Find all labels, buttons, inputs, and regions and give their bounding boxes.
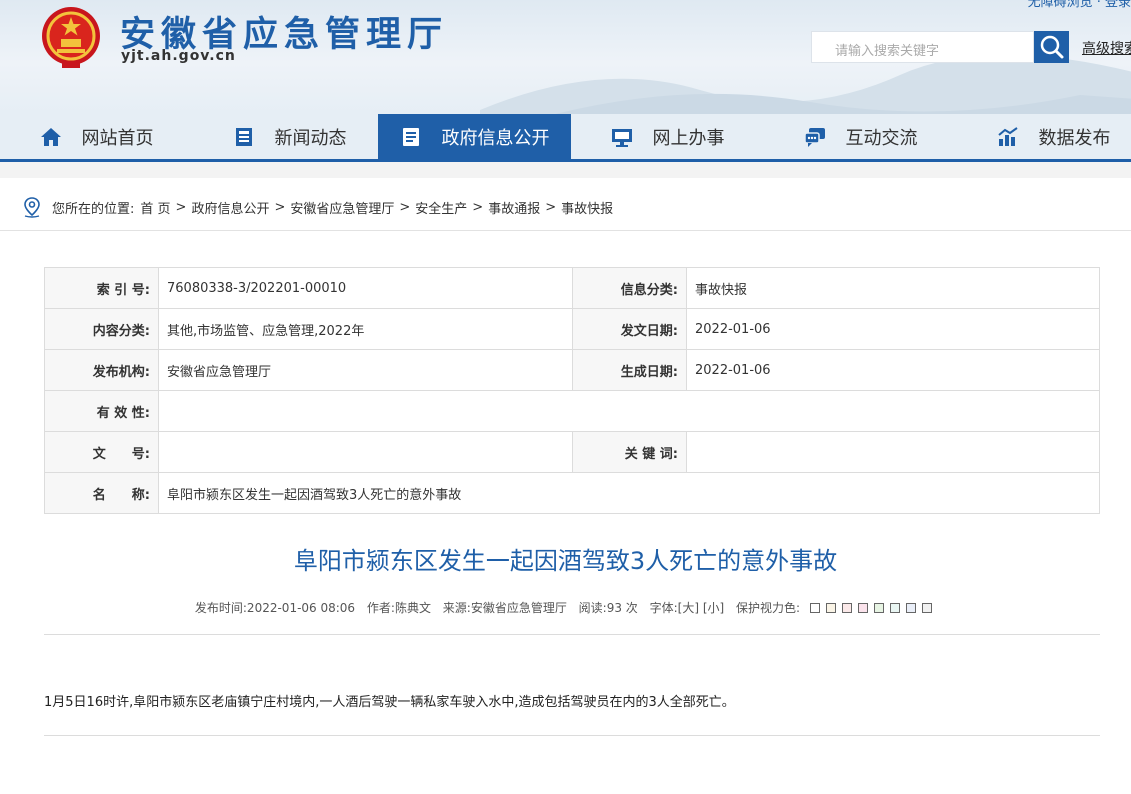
eye-care-swatch[interactable] [906, 603, 917, 613]
table-row: 文 号: 关 键 词: [44, 431, 1100, 473]
breadcrumb-separator: > [274, 199, 286, 215]
breadcrumb-department[interactable]: 安徽省应急管理厅 [290, 198, 394, 217]
nav-label: 互动交流 [845, 127, 918, 149]
monitor-icon [611, 128, 632, 147]
publisher-label: 发布机构: [44, 349, 159, 391]
table-row: 有 效 性: [44, 390, 1100, 432]
chat-icon [803, 127, 825, 147]
keywords-label: 关 键 词: [572, 431, 687, 473]
nav-online-service[interactable]: 网上办事 [571, 114, 764, 159]
article-title: 阜阳市颍东区发生一起因酒驾致3人死亡的意外事故 [293, 547, 838, 575]
doc-no-label: 文 号: [44, 431, 159, 473]
nav-news[interactable]: 新闻动态 [193, 114, 386, 159]
breadcrumb-separator: > [545, 199, 557, 215]
divider [44, 735, 1100, 736]
search-icon [1040, 35, 1064, 59]
category-value: 事故快报 [686, 267, 1100, 309]
nav-data-release[interactable]: 数据发布 [957, 114, 1131, 159]
name-value: 阜阳市颍东区发生一起因酒驾致3人死亡的意外事故 [158, 472, 1100, 514]
issue-date-label: 发文日期: [572, 308, 687, 350]
table-row: 内容分类: 其他,市场监管、应急管理,2022年 发文日期: 2022-01-0… [44, 308, 1100, 350]
breadcrumb-accident-report[interactable]: 事故通报 [488, 198, 540, 217]
index-label: 索 引 号: [44, 267, 159, 309]
font-size-control[interactable]: 字体:[大] [小] [650, 601, 725, 615]
issue-date-value: 2022-01-06 [686, 308, 1100, 350]
read-count: 阅读:93 次 [578, 601, 638, 615]
nav-label: 网站首页 [81, 127, 154, 149]
eye-care-label: 保护视力色: [736, 601, 801, 615]
home-icon [40, 127, 61, 146]
validity-label: 有 效 性: [44, 390, 159, 432]
name-label: 名 称: [44, 472, 159, 514]
validity-value [158, 390, 1100, 432]
eye-care-swatch[interactable] [922, 603, 933, 613]
category-label: 信息分类: [572, 267, 687, 309]
eye-care-swatch[interactable] [890, 603, 901, 613]
publisher-value: 安徽省应急管理厅 [158, 349, 573, 391]
source: 来源:安徽省应急管理厅 [442, 601, 567, 615]
author: 作者:陈典文 [366, 601, 431, 615]
breadcrumb-accident-brief[interactable]: 事故快报 [561, 198, 613, 217]
breadcrumb-safety[interactable]: 安全生产 [415, 198, 467, 217]
breadcrumb-separator: > [472, 199, 484, 215]
search-button[interactable] [1034, 31, 1069, 63]
document-icon [402, 127, 419, 146]
breadcrumb-gov-info[interactable]: 政府信息公开 [191, 198, 269, 217]
table-row: 发布机构: 安徽省应急管理厅 生成日期: 2022-01-06 [44, 349, 1100, 391]
site-header: 安徽省应急管理厅 yjt.ah.gov.cn 无障碍浏览 · 登录 请输入搜索关… [0, 0, 1131, 114]
eye-care-swatch[interactable] [810, 603, 821, 613]
divider [0, 230, 1131, 231]
gen-date-label: 生成日期: [572, 349, 687, 391]
eye-care-swatch[interactable] [858, 603, 869, 613]
eye-care-swatch[interactable] [826, 603, 837, 613]
nav-interaction[interactable]: 互动交流 [764, 114, 957, 159]
breadcrumb: 您所在的位置: 首 页 > 政府信息公开 > 安徽省应急管理厅 > 安全生产 >… [22, 196, 613, 218]
breadcrumb-separator: > [175, 199, 187, 215]
breadcrumb-home[interactable]: 首 页 [140, 198, 170, 217]
article-meta: 发布时间:2022-01-06 08:06 作者:陈典文 来源:安徽省应急管理厅… [0, 599, 1131, 616]
breadcrumb-separator: > [399, 199, 411, 215]
table-row: 索 引 号: 76080338-3/202201-00010 信息分类: 事故快… [44, 267, 1100, 309]
publish-time: 发布时间:2022-01-06 08:06 [194, 601, 356, 615]
eye-care-swatch[interactable] [874, 603, 885, 613]
nav-gov-info[interactable]: 政府信息公开 [378, 114, 571, 159]
main-nav: 网站首页 新闻动态 政府信息公开 网上办事 互动交流 数据发布 [0, 114, 1131, 162]
doc-no-value [158, 431, 573, 473]
news-icon [235, 127, 252, 146]
top-links[interactable]: 无障碍浏览 · 登录 [1028, 0, 1131, 10]
location-pin-icon [24, 197, 40, 218]
search-input[interactable]: 请输入搜索关键字 [811, 31, 1034, 63]
breadcrumb-prefix: 您所在的位置: [52, 201, 135, 217]
national-emblem-logo [42, 7, 100, 68]
breadcrumb-band [0, 162, 1131, 178]
nav-label: 新闻动态 [274, 127, 347, 149]
divider [44, 634, 1100, 635]
content-class-label: 内容分类: [44, 308, 159, 350]
gen-date-value: 2022-01-06 [686, 349, 1100, 391]
keywords-value [686, 431, 1100, 473]
index-value: 76080338-3/202201-00010 [158, 267, 573, 309]
eye-care-swatch[interactable] [842, 603, 853, 613]
chart-icon [997, 126, 1018, 146]
site-url: yjt.ah.gov.cn [121, 48, 236, 64]
nav-label: 政府信息公开 [441, 127, 550, 149]
nav-label: 数据发布 [1038, 127, 1111, 149]
article-body: 1月5日16时许,阜阳市颍东区老庙镇宁庄村境内,一人酒后驾驶一辆私家车驶入水中,… [44, 695, 735, 710]
advanced-search-link[interactable]: 高级搜索 [1082, 38, 1131, 58]
nav-label: 网上办事 [652, 127, 725, 149]
info-table: 索 引 号: 76080338-3/202201-00010 信息分类: 事故快… [44, 267, 1100, 514]
nav-home[interactable]: 网站首页 [0, 114, 193, 159]
table-row: 名 称: 阜阳市颍东区发生一起因酒驾致3人死亡的意外事故 [44, 472, 1100, 514]
eye-care-swatches [808, 601, 936, 615]
content-class-value: 其他,市场监管、应急管理,2022年 [158, 308, 573, 350]
